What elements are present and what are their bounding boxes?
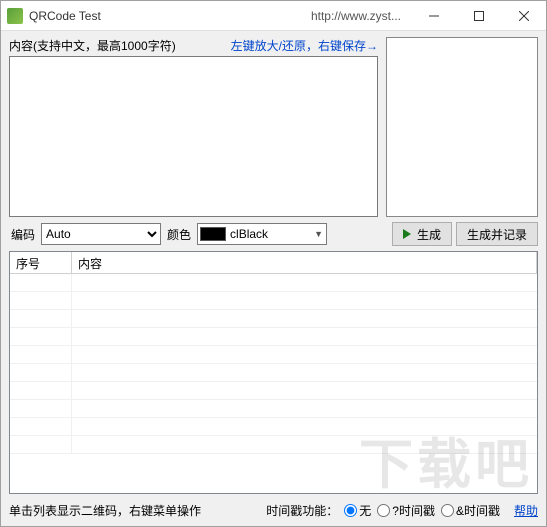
play-icon bbox=[403, 229, 411, 239]
timestamp-label: 时间戳功能： bbox=[266, 502, 338, 519]
app-icon bbox=[7, 8, 23, 24]
encoding-select[interactable]: Auto bbox=[41, 223, 161, 245]
encoding-label: 编码 bbox=[9, 226, 37, 243]
table-row[interactable] bbox=[10, 400, 537, 418]
titlebar-url: http://www.zyst... bbox=[311, 9, 401, 23]
close-button[interactable] bbox=[501, 1, 546, 31]
top-row: 内容(支持中文，最高1000字符) 左键放大/还原，右键保存→ bbox=[9, 37, 538, 217]
zoom-hint: 左键放大/还原，右键保存→ bbox=[231, 37, 378, 54]
table-header: 序号 内容 bbox=[10, 252, 537, 274]
timestamp-radio-group: 无 ?时间戳 &时间戳 bbox=[344, 502, 504, 519]
col-seq[interactable]: 序号 bbox=[10, 252, 72, 273]
color-label: 颜色 bbox=[165, 226, 193, 243]
radio-none-input[interactable] bbox=[344, 504, 357, 517]
table-row[interactable] bbox=[10, 418, 537, 436]
table-body[interactable] bbox=[10, 274, 537, 493]
bottom-row: 单击列表显示二维码，右键菜单操作 时间戳功能： 无 ?时间戳 &时间戳 帮助 bbox=[9, 498, 538, 522]
app-window: QRCode Test http://www.zyst... 内容(支持中文，最… bbox=[0, 0, 547, 527]
content-label-row: 内容(支持中文，最高1000字符) 左键放大/还原，右键保存→ bbox=[9, 37, 378, 54]
generate-record-button[interactable]: 生成并记录 bbox=[456, 222, 538, 246]
content-column: 内容(支持中文，最高1000字符) 左键放大/还原，右键保存→ bbox=[9, 37, 378, 217]
window-title: QRCode Test bbox=[29, 9, 101, 23]
qrcode-preview[interactable] bbox=[386, 37, 538, 217]
table-row[interactable] bbox=[10, 292, 537, 310]
table-row[interactable] bbox=[10, 436, 537, 454]
table-row[interactable] bbox=[10, 382, 537, 400]
history-table[interactable]: 序号 内容 bbox=[9, 251, 538, 494]
titlebar: QRCode Test http://www.zyst... bbox=[1, 1, 546, 31]
radio-none[interactable]: 无 bbox=[344, 502, 371, 519]
maximize-button[interactable] bbox=[456, 1, 501, 31]
minimize-icon bbox=[429, 11, 439, 21]
generate-button[interactable]: 生成 bbox=[392, 222, 452, 246]
generate-record-label: 生成并记录 bbox=[467, 226, 527, 243]
minimize-button[interactable] bbox=[411, 1, 456, 31]
table-row[interactable] bbox=[10, 310, 537, 328]
color-value: clBlack bbox=[230, 227, 268, 241]
radio-qmark[interactable]: ?时间戳 bbox=[377, 502, 435, 519]
close-icon bbox=[519, 11, 529, 21]
generate-label: 生成 bbox=[417, 226, 441, 243]
table-row[interactable] bbox=[10, 274, 537, 292]
table-row[interactable] bbox=[10, 328, 537, 346]
col-content[interactable]: 内容 bbox=[72, 252, 537, 273]
color-swatch bbox=[200, 227, 226, 241]
chevron-down-icon: ▼ bbox=[314, 229, 323, 239]
radio-amp[interactable]: &时间戳 bbox=[441, 502, 500, 519]
radio-qmark-input[interactable] bbox=[377, 504, 390, 517]
list-hint: 单击列表显示二维码，右键菜单操作 bbox=[9, 502, 201, 519]
content-label: 内容(支持中文，最高1000字符) bbox=[9, 37, 176, 54]
help-link[interactable]: 帮助 bbox=[514, 502, 538, 519]
client-area: 内容(支持中文，最高1000字符) 左键放大/还原，右键保存→ 编码 Auto … bbox=[1, 31, 546, 526]
color-select[interactable]: clBlack ▼ bbox=[197, 223, 327, 245]
table-row[interactable] bbox=[10, 364, 537, 382]
table-row[interactable] bbox=[10, 346, 537, 364]
content-input[interactable] bbox=[9, 56, 378, 217]
maximize-icon bbox=[474, 11, 484, 21]
options-row: 编码 Auto 颜色 clBlack ▼ 生成 生成并记录 bbox=[9, 221, 538, 247]
radio-amp-input[interactable] bbox=[441, 504, 454, 517]
